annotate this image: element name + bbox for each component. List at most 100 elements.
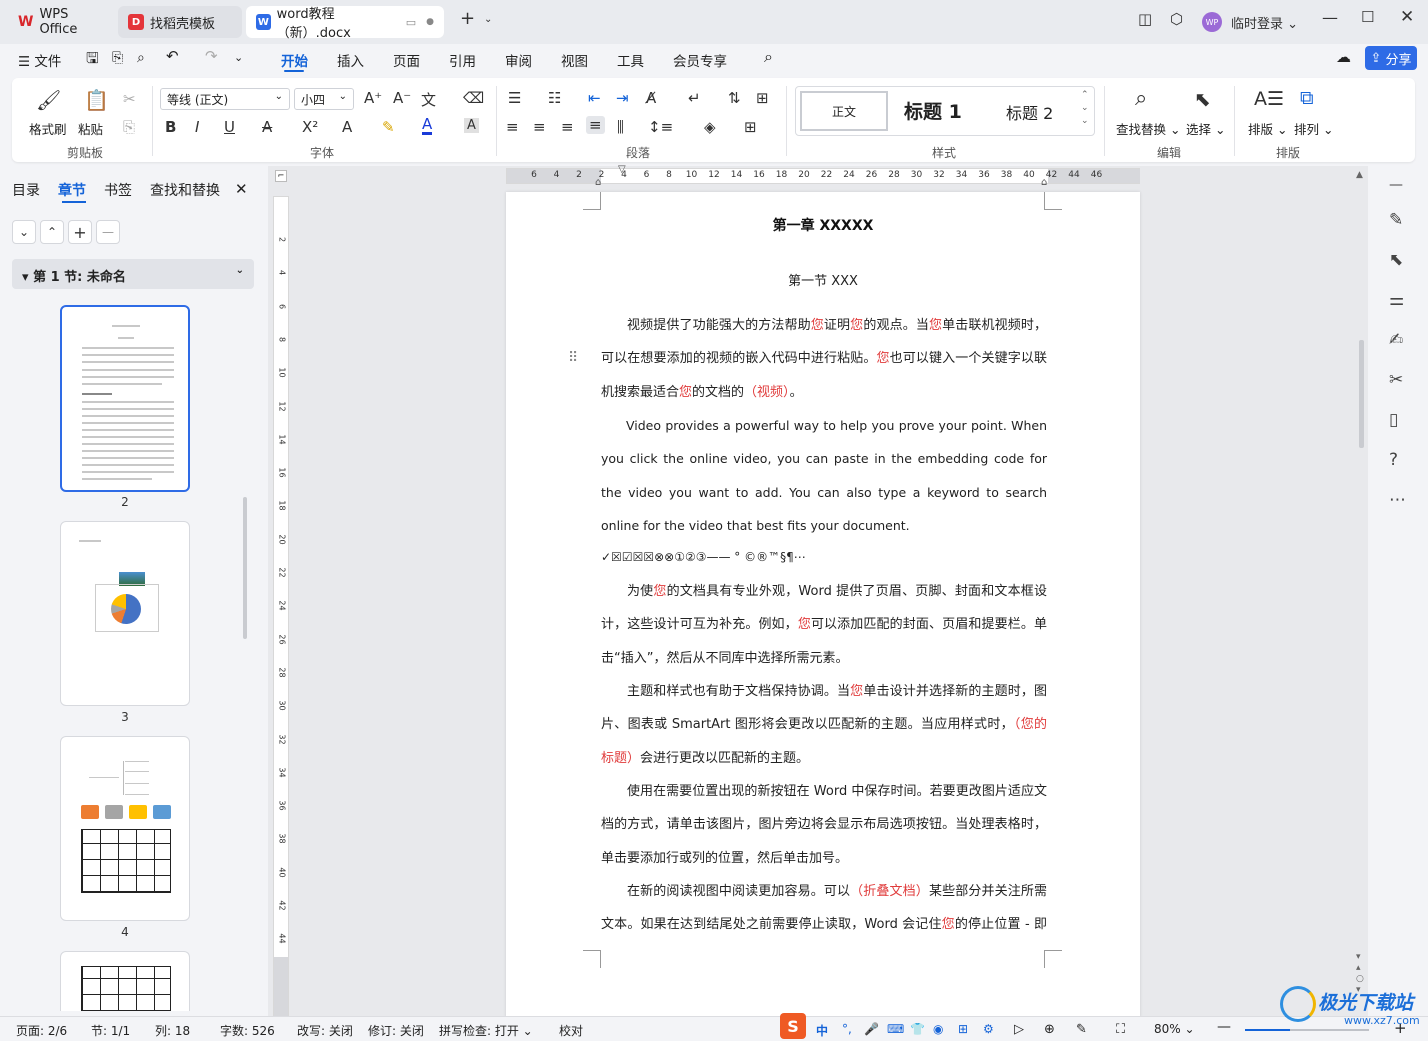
- typeset-button[interactable]: 排版 ⌄: [1248, 119, 1287, 138]
- copy-icon[interactable]: ⎘: [123, 118, 135, 136]
- page-thumbnail[interactable]: [60, 521, 190, 706]
- find-replace-icon[interactable]: ⌕: [1135, 86, 1147, 111]
- ime-mode[interactable]: 中: [816, 1022, 828, 1039]
- apps-icon[interactable]: ⊞: [958, 1022, 968, 1036]
- distribute-icon[interactable]: ⫼: [617, 118, 624, 136]
- style-normal[interactable]: 正文: [800, 91, 888, 131]
- menu-file[interactable]: ☰ 文件: [18, 50, 61, 70]
- status-overwrite[interactable]: 改写: 关闭: [297, 1022, 353, 1039]
- minimize-icon[interactable]: —: [1322, 8, 1338, 27]
- paragraph[interactable]: Video provides a powerful way to help yo…: [601, 409, 1047, 543]
- menu-review[interactable]: 审阅: [505, 50, 532, 70]
- status-section[interactable]: 节: 1/1: [91, 1022, 130, 1039]
- format-painter-button[interactable]: 格式刷: [29, 119, 67, 138]
- chevron-down-icon[interactable]: ⌄: [12, 220, 36, 244]
- menu-home[interactable]: 开始: [281, 50, 308, 70]
- search-icon[interactable]: ⌕: [764, 47, 773, 67]
- help-icon[interactable]: ?: [1389, 450, 1398, 470]
- fit-page-icon[interactable]: ⛶: [1116, 1022, 1125, 1037]
- superscript-icon[interactable]: X²: [302, 118, 318, 136]
- pointer-icon[interactable]: ⬉: [1389, 250, 1403, 270]
- select-button[interactable]: 选择 ⌄: [1186, 119, 1225, 138]
- add-section-icon[interactable]: +: [68, 220, 92, 244]
- align-center-icon[interactable]: ≡: [533, 118, 546, 136]
- print-preview-icon[interactable]: ⌕: [137, 50, 145, 66]
- sort-icon[interactable]: ⇅: [728, 89, 741, 107]
- decrease-indent-icon[interactable]: ⇤: [588, 89, 601, 107]
- right-indent-icon[interactable]: ⌂: [1041, 177, 1047, 188]
- bullets-icon[interactable]: ☰: [508, 89, 521, 107]
- share-button[interactable]: ⇪ 分享: [1365, 46, 1417, 70]
- save-icon[interactable]: 🖫: [86, 48, 99, 73]
- numbering-icon[interactable]: ☷: [548, 89, 561, 107]
- strikethrough-icon[interactable]: A: [262, 118, 272, 136]
- ime-logo-icon[interactable]: S: [780, 1013, 806, 1039]
- export-icon[interactable]: ⎘: [112, 50, 123, 66]
- highlight-icon[interactable]: ✎: [382, 118, 395, 136]
- paragraph[interactable]: 在新的阅读视图中阅读更加容易。可以（折叠文档）某些部分并关注所需文本。如果在达到…: [601, 875, 1047, 942]
- tab-find-replace[interactable]: 查找和替换: [150, 180, 220, 200]
- shrink-font-icon[interactable]: A⁻: [393, 89, 411, 107]
- chevron-up-icon[interactable]: ⌃: [40, 220, 64, 244]
- close-icon[interactable]: ✕: [1400, 7, 1414, 27]
- menu-membership[interactable]: 会员专享: [673, 50, 727, 70]
- tools-icon[interactable]: ✂: [1389, 370, 1403, 390]
- cube-icon[interactable]: ⬡: [1170, 10, 1183, 28]
- paste-button[interactable]: 粘贴: [78, 119, 103, 138]
- increase-indent-icon[interactable]: ⇥: [616, 89, 629, 107]
- tab-toc[interactable]: 目录: [12, 180, 40, 200]
- avatar[interactable]: WP: [1202, 12, 1222, 32]
- play-icon[interactable]: ▷: [1014, 1022, 1024, 1037]
- font-name-select[interactable]: 等线 (正文) ⌄: [160, 88, 290, 110]
- paragraph[interactable]: 使用在需要位置出现的新按钮在 Word 中保存时间。若要更改图片适应文档的方式，…: [601, 775, 1047, 875]
- page-thumbnail[interactable]: [60, 305, 190, 492]
- document-page[interactable]: 第一章 XXXXX 第一节 XXX 视频提供了功能强大的方法帮助您证明您的观点。…: [506, 192, 1140, 1018]
- zoom-level[interactable]: 80% ⌄: [1154, 1022, 1195, 1036]
- chevron-down-icon[interactable]: ⌄: [484, 14, 492, 25]
- book-icon[interactable]: ▯: [1389, 410, 1398, 430]
- page-thumbnail[interactable]: [60, 951, 190, 1011]
- underline-icon[interactable]: U: [224, 118, 235, 136]
- tab-bookmarks[interactable]: 书签: [104, 180, 132, 200]
- microphone-icon[interactable]: 🎤: [864, 1022, 879, 1036]
- align-right-icon[interactable]: ≡: [561, 118, 574, 136]
- ruler-corner[interactable]: ⌐: [275, 170, 287, 182]
- italic-icon[interactable]: I: [195, 118, 199, 136]
- redo-icon[interactable]: ↷: [205, 47, 218, 65]
- pen-mode-icon[interactable]: ✎: [1076, 1022, 1087, 1037]
- ime-punct-icon[interactable]: °,: [842, 1022, 852, 1036]
- pen-icon[interactable]: ✎: [1389, 210, 1403, 230]
- paragraph[interactable]: 主题和样式也有助于文档保持协调。当您单击设计并选择新的主题时，图片、图表或 Sm…: [601, 675, 1047, 775]
- status-page[interactable]: 页面: 2/6: [16, 1022, 67, 1039]
- style-heading-2[interactable]: 标题 2: [1006, 100, 1053, 124]
- window-layout-icon[interactable]: ◫: [1138, 10, 1152, 28]
- menu-references[interactable]: 引用: [449, 50, 476, 70]
- grow-font-icon[interactable]: A⁺: [364, 89, 382, 107]
- phonetic-guide-icon[interactable]: 文: [421, 89, 436, 110]
- drag-handle-icon[interactable]: ⠿: [568, 350, 578, 366]
- bold-icon[interactable]: B: [165, 118, 176, 136]
- status-word-count[interactable]: 字数: 526: [220, 1022, 275, 1039]
- char-shading-icon[interactable]: A: [464, 118, 479, 133]
- collapse-icon[interactable]: —: [1389, 177, 1403, 193]
- borders-icon[interactable]: ⊞: [744, 118, 757, 136]
- login-link[interactable]: 临时登录 ⌄: [1231, 13, 1298, 32]
- styles-scroll-icon[interactable]: ⌃ ⌄ ⌄: [1081, 89, 1089, 128]
- paragraph[interactable]: ✓☒☑☒☒⊗⊗①②③—— ° ©®™§¶⋯: [601, 543, 1047, 571]
- status-proofread[interactable]: 校对: [559, 1022, 583, 1039]
- game-icon[interactable]: ◉: [933, 1022, 943, 1036]
- scroll-up-icon[interactable]: ▲: [1356, 170, 1363, 180]
- show-marks-icon[interactable]: ⊞: [756, 89, 769, 107]
- status-column[interactable]: 列: 18: [155, 1022, 190, 1039]
- new-tab-icon[interactable]: +: [460, 8, 475, 29]
- clear-format-icon[interactable]: ⌫: [463, 89, 484, 107]
- tab-chapters[interactable]: 章节: [58, 180, 86, 200]
- zoom-out-icon[interactable]: —: [1217, 1019, 1231, 1035]
- align-left-icon[interactable]: ≡: [506, 118, 519, 136]
- paragraph[interactable]: 视频提供了功能强大的方法帮助您证明您的观点。当您单击联机视频时，可以在想要添加的…: [601, 309, 1047, 409]
- typeset-icon[interactable]: A☰: [1254, 88, 1284, 110]
- format-painter-icon[interactable]: 🖌: [36, 88, 61, 112]
- sliders-icon[interactable]: ⚌: [1389, 290, 1404, 310]
- paste-icon[interactable]: 📋: [84, 88, 109, 112]
- style-heading-1[interactable]: 标题 1: [904, 97, 962, 124]
